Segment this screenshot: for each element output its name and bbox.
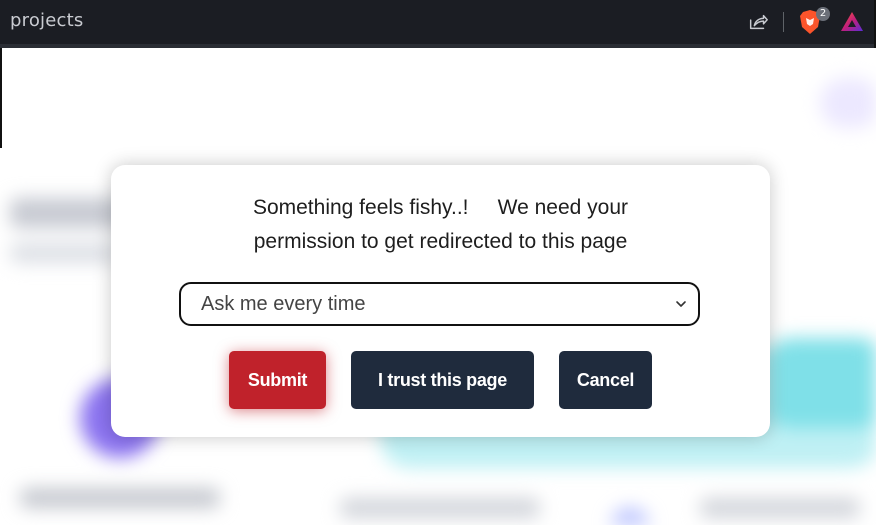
brave-shields-button[interactable]: 2 (798, 7, 830, 35)
bg-block (770, 338, 876, 428)
shields-count-badge: 2 (816, 7, 830, 21)
dialog-message-line: permission to get redirected to this pag… (253, 230, 628, 253)
permission-select-value: Ask me every time (201, 292, 366, 315)
share-icon[interactable] (747, 11, 769, 33)
dialog-message: Something feels fishy..! We need your pe… (111, 191, 770, 259)
toolbar-background (0, 0, 876, 44)
bg-block (700, 498, 860, 518)
bg-block (340, 498, 540, 518)
bg-block (20, 488, 220, 508)
chevron-down-icon (676, 301, 686, 307)
trust-page-button[interactable]: I trust this page (351, 351, 534, 409)
window-edge (0, 48, 2, 148)
toolbar-separator (783, 12, 784, 32)
browser-toolbar: projects 2 (0, 0, 876, 48)
brave-rewards-icon[interactable] (840, 10, 864, 34)
permission-select[interactable]: Ask me every time (179, 282, 700, 326)
bg-circle (610, 508, 650, 525)
tab-title[interactable]: projects (10, 10, 83, 31)
toolbar-actions: 2 (747, 7, 864, 36)
bg-block (10, 243, 120, 263)
dialog-message-line: Something feels fishy..! We need your (252, 196, 629, 219)
submit-button[interactable]: Submit (229, 351, 326, 409)
bg-block (820, 78, 876, 128)
dialog-buttons: Submit I trust this page Cancel (111, 351, 770, 411)
page: projects 2 Something feels fishy..! We n… (0, 0, 876, 525)
toolbar-bottom-strip (0, 44, 876, 48)
cancel-button[interactable]: Cancel (559, 351, 652, 409)
redirect-permission-dialog: Something feels fishy..! We need your pe… (111, 165, 770, 437)
